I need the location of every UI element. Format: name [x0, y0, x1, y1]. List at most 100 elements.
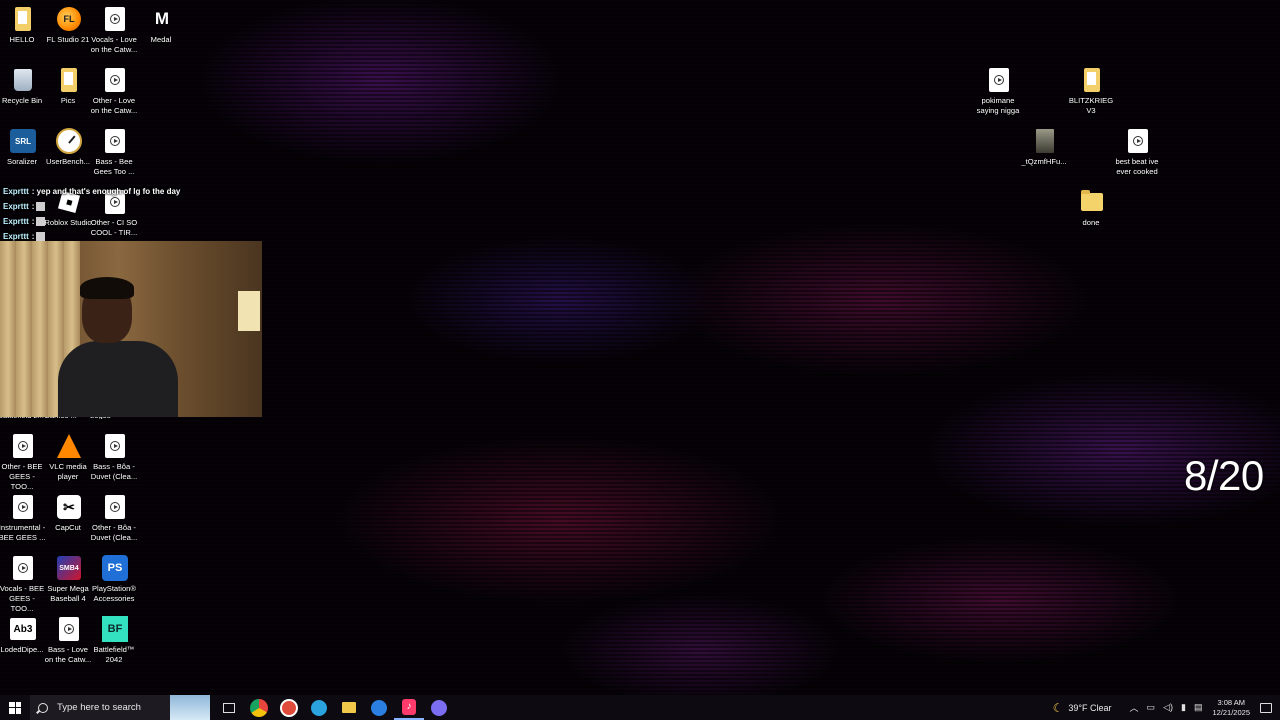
desktop-icon-vlc[interactable]: VLC media player — [46, 433, 92, 482]
webcam-overlay — [0, 241, 262, 417]
desktop-icon-pics[interactable]: Pics — [46, 67, 92, 106]
chat-text: : — [31, 217, 35, 226]
desktop-icon-vocals-bee-gees[interactable]: Vocals - BEE GEES - TOO... — [0, 555, 46, 614]
windows-logo-icon — [9, 701, 21, 714]
desktop-icon-capcut[interactable]: ✂ CapCut — [46, 494, 92, 533]
image-thumbnail-icon — [1032, 128, 1058, 154]
search-placeholder: Type here to search — [57, 702, 141, 713]
weather-widget[interactable]: ☾ 39°F Clear — [1053, 701, 1112, 715]
file-explorer-icon — [342, 702, 356, 713]
icon-label: BLITZKRIEG V3 — [1068, 96, 1114, 115]
icon-label: Pics — [60, 96, 76, 105]
icon-label: Other - BEE GEES - TOO... — [1, 462, 43, 491]
taskbar-app-telegram[interactable] — [304, 695, 334, 720]
desktop-icon-playstation-accessories[interactable]: PS PlayStation® Accessories — [92, 555, 138, 604]
weather-text: 39°F Clear — [1068, 702, 1112, 713]
moon-icon: ☾ — [1052, 700, 1064, 715]
media-file-icon — [102, 128, 128, 154]
icon-label: _tQzmfHFu... — [1021, 157, 1067, 166]
language-icon[interactable]: ▤ — [1194, 702, 1203, 713]
taskbar-app-browser[interactable] — [364, 695, 394, 720]
desktop-icon-hello[interactable]: HELLO — [0, 6, 46, 45]
desktop-icon-soralizer[interactable]: SRL Soralizer — [0, 128, 46, 167]
emote-icon — [36, 202, 46, 211]
icon-label: Vocals - BEE GEES - TOO... — [0, 584, 45, 613]
media-file-icon — [986, 67, 1012, 93]
network-icon[interactable]: ▭ — [1147, 702, 1156, 713]
icon-label: FL Studio 21 — [46, 35, 90, 44]
icon-label: Bass - Bee Gees Too ... — [93, 157, 135, 176]
taskbar-app-music[interactable]: ♪ — [394, 695, 424, 720]
microphone-icon[interactable]: ▮ — [1181, 702, 1186, 713]
webcam-person-body — [58, 341, 178, 417]
telegram-icon — [311, 699, 327, 716]
media-file-icon — [10, 555, 36, 581]
media-file-icon — [102, 67, 128, 93]
desktop-icon-bass-love-catwalk[interactable]: Bass - Love on the Catw... — [44, 616, 92, 665]
desktop-icon-bass-boa-duvet[interactable]: Bass - Bôa - Duvet (Clea... — [91, 433, 138, 482]
desktop-icon-super-mega-baseball[interactable]: SMB4 Super Mega Baseball 4 — [46, 555, 92, 604]
desktop-icon-other-bee-gees[interactable]: Other - BEE GEES - TOO... — [0, 433, 46, 492]
taskbar: Type here to search ♪ ☾ 39°F Clear ︿ ▭ ◁… — [0, 695, 1280, 720]
taskbar-app-discord[interactable] — [424, 695, 454, 720]
chat-text: : — [31, 202, 35, 211]
desktop-icon-other-boa-duvet[interactable]: Other - Bôa - Duvet (Clea... — [90, 494, 138, 543]
desktop-icon-blitzkrieg[interactable]: BLITZKRIEG V3 — [1069, 67, 1115, 116]
desktop-icon-best-beat[interactable]: best beat ive ever cooked — [1115, 128, 1161, 177]
desktop-icon-other-love-catwalk[interactable]: Other - Love on the Catw... — [91, 67, 138, 116]
desktop-icon-instrumental-bee-gees[interactable]: Instrumental - BEE GEES ... — [0, 494, 46, 543]
stream-counter-overlay: 8/20 — [1184, 452, 1264, 499]
desktop-icon-fl-studio[interactable]: FL FL Studio 21 — [46, 6, 92, 45]
icon-label: best beat ive ever cooked — [1115, 157, 1159, 176]
taskbar-search-box[interactable]: Type here to search — [30, 695, 170, 720]
icon-label: UserBench... — [46, 157, 90, 166]
media-file-icon — [10, 433, 36, 459]
baseball-game-icon: SMB4 — [56, 555, 82, 581]
start-button[interactable] — [0, 695, 30, 720]
playstation-icon: PS — [102, 555, 128, 581]
folder-document-icon — [10, 6, 36, 32]
icon-label: Recycle Bin — [1, 96, 43, 105]
desktop-icon-medal[interactable]: M Medal — [139, 6, 185, 45]
icon-label: Medal — [150, 35, 172, 44]
desktop-icon-loded-diper[interactable]: Ab3 LodedDipe... — [0, 616, 46, 655]
music-app-icon: ♪ — [402, 698, 416, 715]
search-highlight-image[interactable] — [170, 695, 210, 720]
chevron-up-icon[interactable]: ︿ — [1130, 701, 1139, 714]
taskbar-app-file-explorer[interactable] — [334, 695, 364, 720]
chat-message: Exprttt : — [3, 214, 243, 229]
chat-username: Exprttt — [3, 202, 29, 211]
icon-label: Bass - Love on the Catw... — [44, 645, 92, 664]
task-view-button[interactable] — [214, 695, 244, 720]
taskbar-app-chrome[interactable] — [244, 695, 274, 720]
icon-label: Vocals - Love on the Catw... — [90, 35, 138, 54]
desktop-icon-battlefield-2042[interactable]: BF Battlefield™ 2042 — [92, 616, 138, 665]
icon-label: Other - Bôa - Duvet (Clea... — [90, 523, 138, 542]
volume-icon[interactable]: ◁) — [1163, 702, 1173, 713]
media-file-icon — [102, 494, 128, 520]
browser-icon — [371, 699, 387, 716]
media-file-icon — [56, 616, 82, 642]
task-view-icon — [223, 702, 235, 713]
icon-label: Battlefield™ 2042 — [93, 645, 135, 664]
desktop: HELLO FL FL Studio 21 Vocals - Love on t… — [0, 0, 1280, 720]
desktop-icon-tqzmfhfu[interactable]: _tQzmfHFu... — [1021, 128, 1068, 167]
desktop-icon-done[interactable]: done — [1069, 189, 1115, 228]
desktop-icon-pokimane[interactable]: pokimane saying nigga — [976, 67, 1022, 116]
emote-icon — [36, 217, 46, 226]
chat-message: Exprttt : yep and that's enough of lg fo… — [3, 184, 243, 199]
chat-text: : yep and that's enough of lg fo the day — [31, 187, 181, 196]
desktop-icon-vocals-love-catwalk[interactable]: Vocals - Love on the Catw... — [90, 6, 138, 55]
system-tray: ☾ 39°F Clear ︿ ▭ ◁) ▮ ▤ 3:08 AM 12/21/20… — [1053, 695, 1280, 720]
fl-studio-icon: FL — [56, 6, 82, 32]
taskbar-clock[interactable]: 3:08 AM 12/21/2025 — [1212, 698, 1250, 718]
icon-label: LodedDipe... — [0, 645, 44, 654]
taskbar-app-steam[interactable] — [274, 695, 304, 720]
desktop-icon-bass-bee-gees[interactable]: Bass - Bee Gees Too ... — [92, 128, 138, 177]
icon-label: Soralizer — [7, 157, 37, 166]
desktop-icon-userbench[interactable]: UserBench... — [46, 128, 92, 167]
chat-username: Exprttt — [3, 217, 29, 226]
recycle-bin-icon — [10, 67, 36, 93]
desktop-icon-recycle-bin[interactable]: Recycle Bin — [0, 67, 46, 106]
notification-icon[interactable] — [1260, 702, 1272, 713]
